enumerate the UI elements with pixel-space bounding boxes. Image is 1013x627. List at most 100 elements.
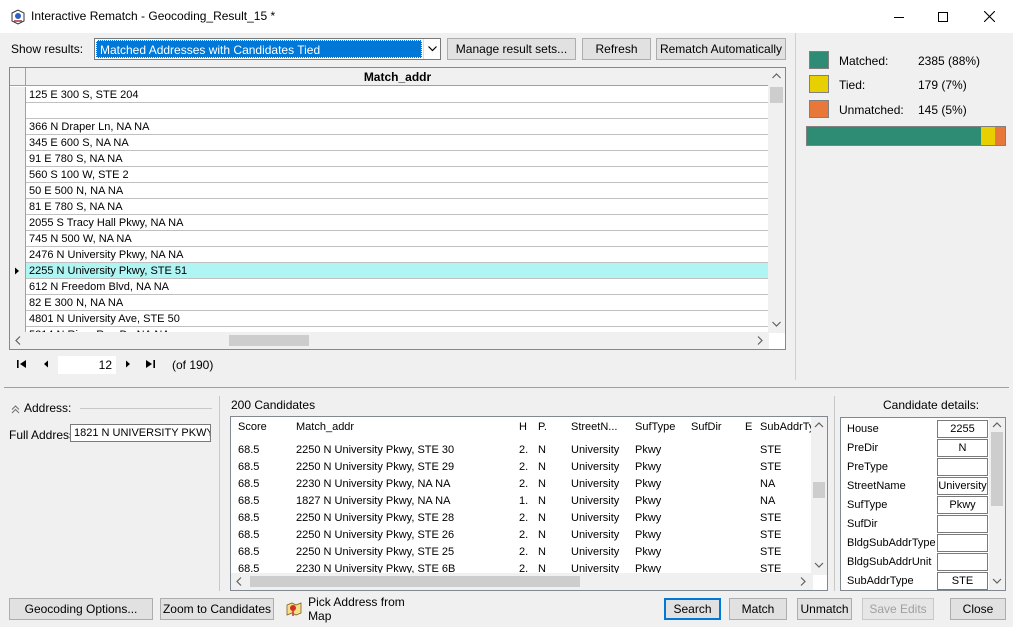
table-row[interactable]: 345 E 600 S, NA NA (10, 135, 769, 151)
rematch-automatically-button[interactable]: Rematch Automatically (656, 38, 786, 60)
minimize-button[interactable] (876, 0, 922, 33)
candidate-cell[interactable]: NA (760, 495, 775, 507)
candidate-cell[interactable]: 2250 N University Pkwy, STE 28 (296, 512, 454, 524)
detail-value-field[interactable]: Pkwy (937, 496, 988, 514)
candidates-column-header[interactable]: SubAddrTy (760, 421, 814, 433)
candidate-cell[interactable]: N (538, 444, 546, 456)
candidates-table[interactable]: Score Match_addr H P. StreetN... SufType SufDi… (230, 416, 828, 591)
candidate-cell[interactable]: N (538, 546, 546, 558)
detail-value-field[interactable] (937, 515, 988, 533)
candidate-cell[interactable]: Pkwy (635, 546, 661, 558)
detail-value-field[interactable] (937, 553, 988, 571)
table-row[interactable]: 82 E 300 N, NA NA (10, 295, 769, 311)
candidate-cell[interactable]: 68.5 (238, 495, 259, 507)
match-addr-cell[interactable]: 50 E 500 N, NA NA (29, 183, 123, 199)
refresh-button[interactable]: Refresh (582, 38, 651, 60)
grid-horizontal-scrollbar[interactable] (10, 332, 769, 349)
row-header[interactable] (10, 183, 26, 199)
row-header[interactable] (10, 295, 26, 311)
candidate-cell[interactable]: STE (760, 461, 781, 473)
candidate-cell[interactable]: N (538, 529, 546, 541)
match-addr-cell[interactable]: 2255 N University Pkwy, STE 51 (29, 263, 187, 279)
grid-vertical-scrollbar[interactable] (768, 68, 785, 333)
row-header[interactable] (10, 199, 26, 215)
candidate-cell[interactable]: Pkwy (635, 444, 661, 456)
detail-value-field[interactable]: N (937, 439, 988, 457)
candidate-cell[interactable]: University (571, 461, 619, 473)
candidate-cell[interactable]: Pkwy (635, 529, 661, 541)
column-header-match-addr[interactable]: Match_addr (26, 68, 769, 86)
candidate-cell[interactable]: STE (760, 546, 781, 558)
candidate-cell[interactable]: University (571, 444, 619, 456)
table-row[interactable]: 50 E 500 N, NA NA (10, 183, 769, 199)
candidate-cell[interactable]: 1827 N University Pkwy, NA NA (296, 495, 450, 507)
candidate-cell[interactable]: University (571, 546, 619, 558)
candidate-cell[interactable]: 68.5 (238, 461, 259, 473)
candidate-cell[interactable]: NA (760, 478, 775, 490)
candidate-cell[interactable]: University (571, 512, 619, 524)
match-addr-cell[interactable]: 612 N Freedom Blvd, NA NA (29, 279, 169, 295)
candidate-cell[interactable]: 2250 N University Pkwy, STE 25 (296, 546, 454, 558)
candidate-cell[interactable]: 2230 N University Pkwy, NA NA (296, 478, 450, 490)
candidate-cell[interactable]: 2250 N University Pkwy, STE 29 (296, 461, 454, 473)
candidate-cell[interactable]: N (538, 495, 546, 507)
candidates-horizontal-scrollbar[interactable] (231, 573, 813, 590)
row-header[interactable] (10, 263, 26, 279)
candidates-column-header[interactable]: P. (538, 421, 547, 433)
candidates-column-header[interactable]: SufDir (691, 421, 722, 433)
maximize-button[interactable] (920, 0, 966, 33)
candidates-column-header[interactable]: Score (238, 421, 267, 433)
show-results-select[interactable]: Matched Addresses with Candidates Tied (94, 38, 441, 60)
match-addr-cell[interactable]: 82 E 300 N, NA NA (29, 295, 123, 311)
record-number-input[interactable]: 12 (58, 356, 116, 374)
candidate-cell[interactable]: Pkwy (635, 512, 661, 524)
row-header[interactable] (10, 167, 26, 183)
row-header[interactable] (10, 119, 26, 135)
full-address-input[interactable]: 1821 N UNIVERSITY PKWY (70, 424, 211, 442)
table-row[interactable]: 2255 N University Pkwy, STE 51 (10, 263, 769, 279)
candidate-cell[interactable]: 2. (519, 478, 528, 490)
row-header[interactable] (10, 135, 26, 151)
candidate-cell[interactable]: 2. (519, 529, 528, 541)
match-addr-cell[interactable]: 4801 N University Ave, STE 50 (29, 311, 180, 327)
candidate-cell[interactable]: 2250 N University Pkwy, STE 26 (296, 529, 454, 541)
table-row[interactable]: 125 E 300 S, STE 204 (10, 87, 769, 103)
candidate-cell[interactable]: 2. (519, 461, 528, 473)
candidate-cell[interactable]: STE (760, 529, 781, 541)
candidate-cell[interactable]: 68.5 (238, 546, 259, 558)
candidates-vertical-scrollbar[interactable] (811, 417, 827, 575)
details-vertical-scrollbar[interactable] (989, 418, 1005, 590)
candidates-column-header[interactable]: Match_addr (296, 421, 354, 433)
table-row[interactable]: 2055 S Tracy Hall Pkwy, NA NA (10, 215, 769, 231)
row-header[interactable] (10, 279, 26, 295)
match-addr-cell[interactable]: 745 N 500 W, NA NA (29, 231, 132, 247)
match-addr-cell[interactable]: 91 E 780 S, NA NA (29, 151, 123, 167)
table-row[interactable] (10, 103, 769, 119)
candidate-cell[interactable]: 2250 N University Pkwy, STE 30 (296, 444, 454, 456)
match-addr-cell[interactable]: 345 E 600 S, NA NA (29, 135, 129, 151)
detail-value-field[interactable]: University (937, 477, 988, 495)
match-addr-cell[interactable]: 125 E 300 S, STE 204 (29, 87, 138, 103)
match-addr-cell[interactable]: 2055 S Tracy Hall Pkwy, NA NA (29, 215, 183, 231)
pick-address-from-map-button[interactable]: Pick Address from Map (280, 595, 425, 623)
candidate-cell[interactable]: 68.5 (238, 512, 259, 524)
row-header[interactable] (10, 151, 26, 167)
candidate-cell[interactable]: Pkwy (635, 461, 661, 473)
detail-value-field[interactable]: STE (937, 572, 988, 590)
candidates-column-header[interactable]: StreetN... (571, 421, 617, 433)
detail-value-field[interactable]: 2255 (937, 420, 988, 438)
candidate-cell[interactable]: 2. (519, 444, 528, 456)
candidate-cell[interactable]: STE (760, 512, 781, 524)
row-header[interactable] (10, 215, 26, 231)
candidate-cell[interactable]: 68.5 (238, 529, 259, 541)
close-window-button[interactable] (966, 0, 1012, 33)
row-header[interactable] (10, 247, 26, 263)
match-addr-cell[interactable]: 2476 N University Pkwy, NA NA (29, 247, 183, 263)
unmatch-button[interactable]: Unmatch (797, 598, 852, 620)
match-addr-cell[interactable]: 560 S 100 W, STE 2 (29, 167, 129, 183)
table-row[interactable]: 366 N Draper Ln, NA NA (10, 119, 769, 135)
next-record-button[interactable] (122, 358, 134, 373)
row-header[interactable] (10, 87, 26, 103)
candidates-column-header[interactable]: SufType (635, 421, 675, 433)
first-record-button[interactable] (16, 358, 28, 373)
